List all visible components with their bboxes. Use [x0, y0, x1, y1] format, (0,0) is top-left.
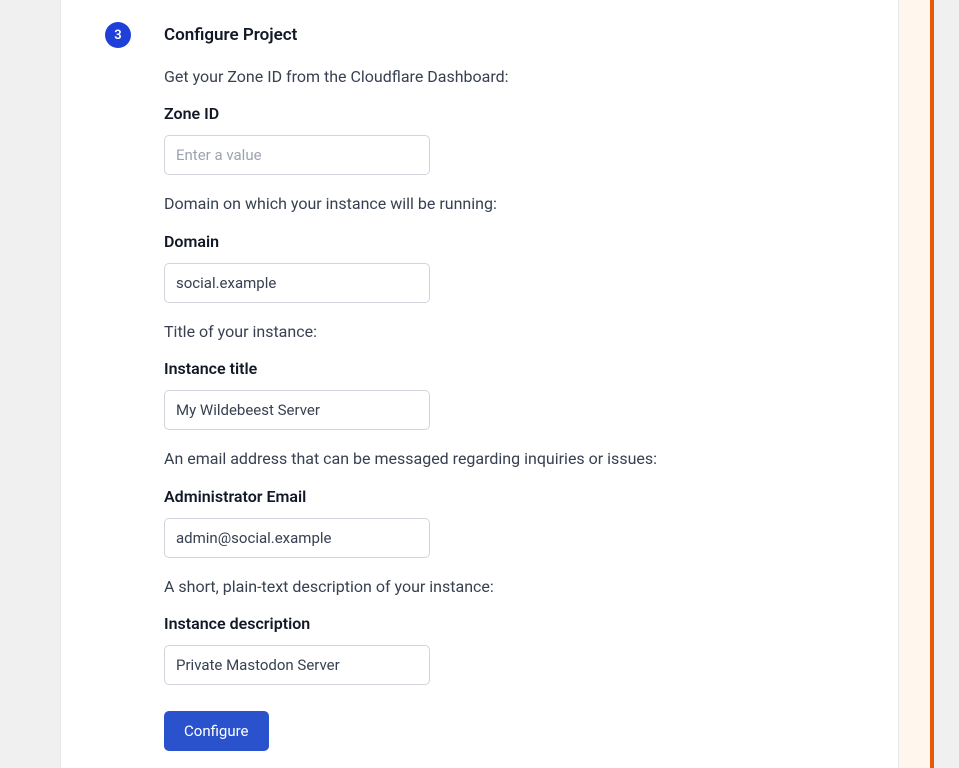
instance-description-input[interactable]	[164, 645, 430, 685]
form-body: Get your Zone ID from the Cloudflare Das…	[61, 66, 898, 751]
domain-group: Domain on which your instance will be ru…	[164, 193, 838, 302]
instance-description-description: A short, plain-text description of your …	[164, 576, 838, 598]
instance-title-description: Title of your instance:	[164, 321, 838, 343]
step-number-badge: 3	[105, 22, 131, 48]
admin-email-input[interactable]	[164, 518, 430, 558]
zone-id-group: Get your Zone ID from the Cloudflare Das…	[164, 66, 838, 175]
instance-description-group: A short, plain-text description of your …	[164, 576, 838, 685]
domain-description: Domain on which your instance will be ru…	[164, 193, 838, 215]
instance-title-group: Title of your instance: Instance title	[164, 321, 838, 430]
admin-email-description: An email address that can be messaged re…	[164, 448, 838, 470]
zone-id-description: Get your Zone ID from the Cloudflare Das…	[164, 66, 838, 88]
configure-button[interactable]: Configure	[164, 711, 269, 751]
admin-email-label: Administrator Email	[164, 487, 838, 506]
instance-description-label: Instance description	[164, 614, 838, 633]
instance-title-label: Instance title	[164, 359, 838, 378]
domain-label: Domain	[164, 232, 838, 251]
instance-title-input[interactable]	[164, 390, 430, 430]
step-number: 3	[114, 28, 121, 43]
form-panel: 3 Configure Project Get your Zone ID fro…	[61, 0, 899, 768]
domain-input[interactable]	[164, 263, 430, 303]
zone-id-label: Zone ID	[164, 104, 838, 123]
right-accent-border	[899, 0, 934, 768]
zone-id-input[interactable]	[164, 135, 430, 175]
page-container: 3 Configure Project Get your Zone ID fro…	[60, 0, 899, 768]
admin-email-group: An email address that can be messaged re…	[164, 448, 838, 557]
step-header: 3 Configure Project	[61, 0, 898, 48]
step-title: Configure Project	[164, 25, 297, 45]
